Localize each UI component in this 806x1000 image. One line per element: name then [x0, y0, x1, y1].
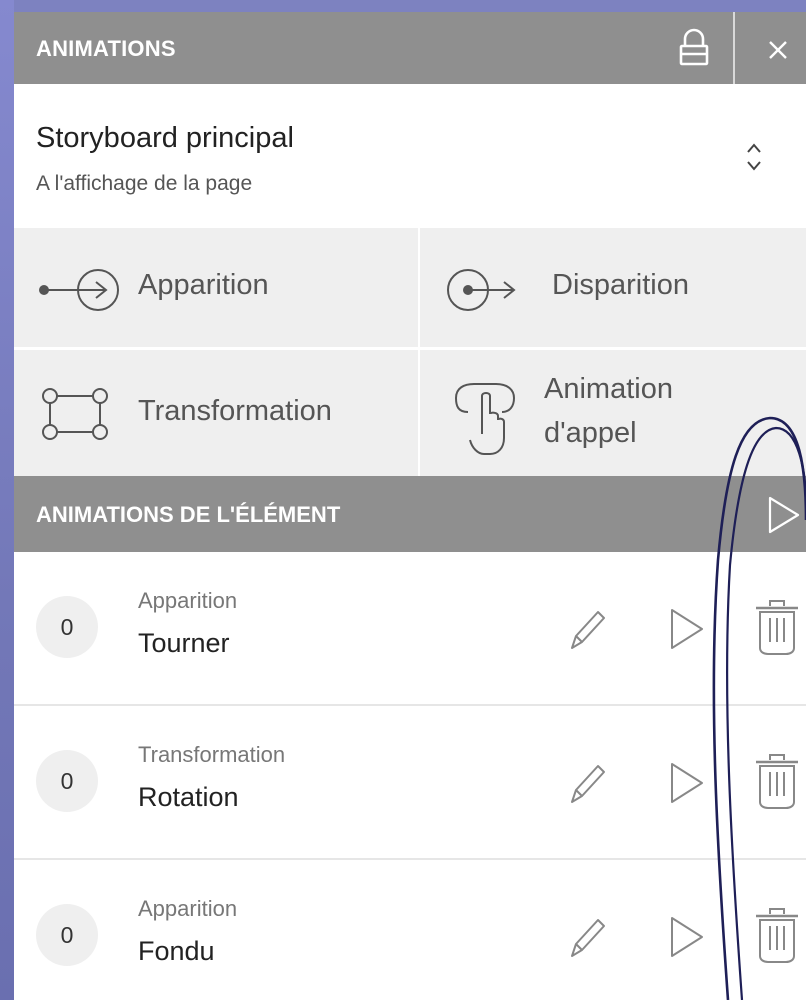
chevron-updown-icon[interactable]: [734, 132, 774, 182]
trash-icon[interactable]: [752, 904, 802, 966]
storyboard-trigger: A l'affichage de la page: [36, 172, 253, 195]
order-badge: 0: [36, 596, 98, 658]
play-icon[interactable]: [664, 602, 708, 656]
panel-header: ANIMATIONS: [14, 12, 806, 84]
disparition-label: Disparition: [552, 269, 689, 301]
grid-divider-vertical: [418, 228, 420, 476]
storyboard-selector[interactable]: Storyboard principal A l'affichage de la…: [14, 84, 806, 228]
list-item[interactable]: 0 Apparition Tourner: [14, 552, 806, 706]
panel-title: ANIMATIONS: [36, 36, 176, 61]
element-animations-title: ANIMATIONS DE L'ÉLÉMENT: [36, 502, 341, 527]
animation-effect: Tourner: [138, 628, 230, 658]
call-animation-label-line1: Animation: [544, 373, 673, 405]
list-item[interactable]: 0 Transformation Rotation: [14, 706, 806, 860]
header-divider: [733, 12, 735, 84]
add-apparition-button[interactable]: Apparition: [14, 228, 418, 348]
transformation-label: Transformation: [138, 395, 332, 427]
animation-kind: Apparition: [138, 896, 238, 921]
entrance-arrow-icon: [39, 269, 119, 311]
call-animation-label-line2: d'appel: [544, 417, 637, 449]
animations-panel: ANIMATIONS Storyboard principal A l'affi…: [14, 12, 806, 1000]
add-disparition-button[interactable]: Disparition: [420, 228, 806, 348]
play-all-icon[interactable]: [764, 492, 804, 538]
background-strip: [0, 0, 14, 1000]
element-animations-header: ANIMATIONS DE L'ÉLÉMENT: [14, 476, 806, 552]
apparition-label: Apparition: [138, 269, 269, 301]
animation-type-grid: Apparition Disparition Transformation An…: [14, 228, 806, 476]
lock-icon[interactable]: [674, 26, 714, 70]
trash-icon[interactable]: [752, 750, 802, 812]
animation-effect: Rotation: [138, 782, 239, 812]
tap-hand-icon: [454, 383, 516, 455]
order-badge: 0: [36, 904, 98, 966]
grid-divider-horizontal: [14, 347, 806, 350]
add-transformation-button[interactable]: Transformation: [14, 350, 418, 476]
close-icon[interactable]: [758, 28, 798, 68]
animation-kind: Apparition: [138, 588, 238, 613]
animation-kind: Transformation: [138, 742, 286, 767]
pencil-icon[interactable]: [564, 756, 608, 810]
animation-effect: Fondu: [138, 936, 215, 966]
trash-icon[interactable]: [752, 596, 802, 658]
exit-arrow-icon: [447, 269, 516, 311]
play-icon[interactable]: [664, 910, 708, 964]
play-icon[interactable]: [664, 756, 708, 810]
pencil-icon[interactable]: [564, 910, 608, 964]
storyboard-name: Storyboard principal: [36, 122, 294, 154]
add-call-animation-button[interactable]: Animation d'appel: [420, 350, 806, 476]
list-item[interactable]: 0 Apparition Fondu: [14, 860, 806, 1000]
transform-nodes-icon: [42, 388, 108, 440]
pencil-icon[interactable]: [564, 602, 608, 656]
order-badge: 0: [36, 750, 98, 812]
